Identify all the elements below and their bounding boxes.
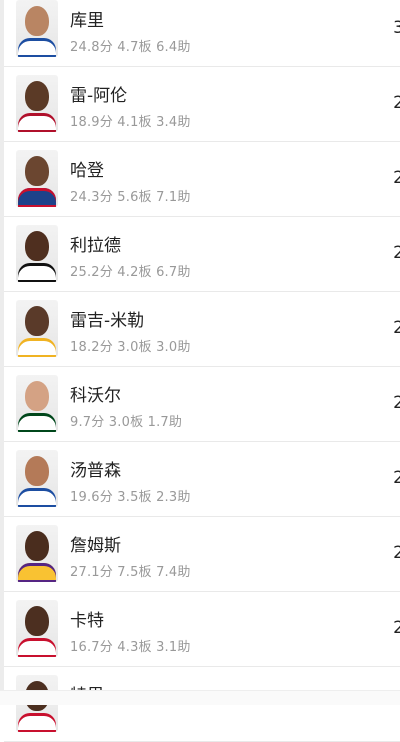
player-stats: 25.2分 4.2板 6.7助	[70, 265, 191, 280]
player-rank: 2	[393, 468, 400, 488]
list-item[interactable]: 卡特 16.7分 4.3板 3.1助 2	[4, 592, 400, 667]
player-avatar	[16, 75, 58, 132]
player-name: 科沃尔	[70, 386, 121, 406]
player-rank: 2	[393, 318, 400, 338]
player-name: 哈登	[70, 161, 104, 181]
player-name: 卡特	[70, 611, 104, 631]
player-avatar	[16, 300, 58, 357]
player-name: 库里	[70, 11, 104, 31]
player-stats: 24.8分 4.7板 6.4助	[70, 40, 191, 55]
player-avatar	[16, 600, 58, 657]
list-item[interactable]: 利拉德 25.2分 4.2板 6.7助 2	[4, 217, 400, 292]
player-avatar	[16, 150, 58, 207]
list-item[interactable]: 雷-阿伦 18.9分 4.1板 3.4助 2	[4, 67, 400, 142]
bottom-bar	[0, 690, 400, 705]
list-item[interactable]: 汤普森 19.6分 3.5板 2.3助 2	[4, 442, 400, 517]
player-stats: 24.3分 5.6板 7.1助	[70, 190, 191, 205]
player-stats: 18.9分 4.1板 3.4助	[70, 115, 191, 130]
player-stats: 18.2分 3.0板 3.0助	[70, 340, 191, 355]
player-rank: 2	[393, 243, 400, 263]
player-list[interactable]: 库里 24.8分 4.7板 6.4助 3 雷-阿伦 18.9分 4.1板 3.4…	[4, 0, 400, 742]
player-name: 汤普森	[70, 461, 121, 481]
player-rank: 2	[393, 168, 400, 188]
player-rank: 2	[393, 93, 400, 113]
player-stats: 27.1分 7.5板 7.4助	[70, 565, 191, 580]
player-name: 雷-阿伦	[70, 86, 128, 106]
player-stats: 16.7分 4.3板 3.1助	[70, 640, 191, 655]
list-item[interactable]: 雷吉-米勒 18.2分 3.0板 3.0助 2	[4, 292, 400, 367]
player-stats: 19.6分 3.5板 2.3助	[70, 490, 191, 505]
player-avatar	[16, 375, 58, 432]
player-name: 利拉德	[70, 236, 121, 256]
list-item[interactable]: 库里 24.8分 4.7板 6.4助 3	[4, 0, 400, 67]
list-item[interactable]: 科沃尔 9.7分 3.0板 1.7助 2	[4, 367, 400, 442]
player-stats: 9.7分 3.0板 1.7助	[70, 415, 183, 430]
player-avatar	[16, 525, 58, 582]
list-item[interactable]: 詹姆斯 27.1分 7.5板 7.4助 2	[4, 517, 400, 592]
player-avatar	[16, 450, 58, 507]
player-rank: 2	[393, 393, 400, 413]
player-rank: 3	[393, 18, 400, 38]
player-name: 雷吉-米勒	[70, 311, 145, 331]
list-item[interactable]: 哈登 24.3分 5.6板 7.1助 2	[4, 142, 400, 217]
player-avatar	[16, 225, 58, 282]
player-rank: 2	[393, 543, 400, 563]
player-rank: 2	[393, 618, 400, 638]
player-name: 詹姆斯	[70, 536, 121, 556]
player-avatar	[16, 0, 58, 57]
